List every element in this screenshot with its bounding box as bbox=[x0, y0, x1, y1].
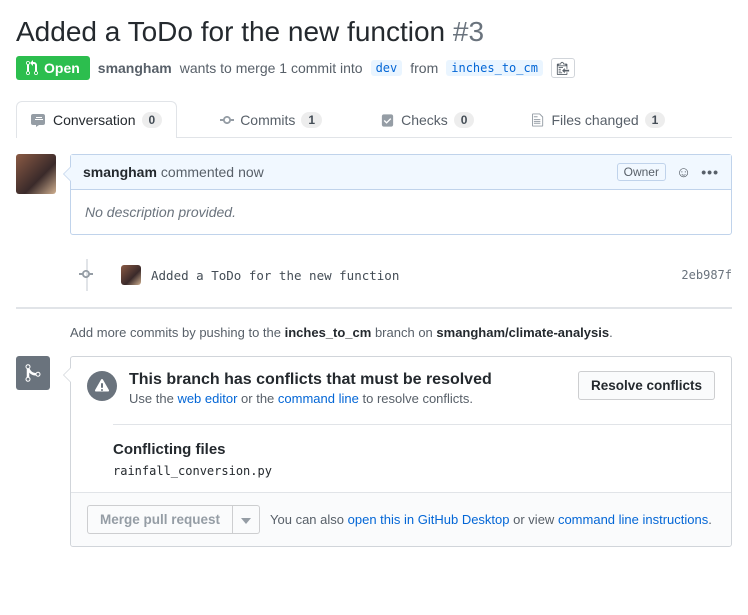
comment-body: No description provided. bbox=[71, 190, 731, 234]
conflicting-files-block: Conflicting files rainfall_conversion.py bbox=[113, 424, 731, 492]
git-merge-icon bbox=[25, 363, 41, 383]
commit-row: Added a ToDo for the new function 2eb987… bbox=[70, 259, 732, 291]
merge-panel: This branch has conflicts that must be r… bbox=[70, 356, 732, 547]
base-branch[interactable]: dev bbox=[371, 60, 403, 76]
pr-author[interactable]: smangham bbox=[98, 60, 172, 76]
conflict-title: This branch has conflicts that must be r… bbox=[129, 371, 492, 389]
conflict-subtitle: Use the web editor or the command line t… bbox=[129, 391, 492, 406]
commit-sha[interactable]: 2eb987f bbox=[681, 268, 732, 282]
files-icon bbox=[532, 112, 545, 128]
comment-time[interactable]: now bbox=[238, 164, 264, 180]
merge-phrase-1: wants to merge 1 commit into bbox=[180, 60, 363, 76]
comment-actions-menu[interactable]: ••• bbox=[701, 164, 719, 180]
open-in-desktop-link[interactable]: open this in GitHub Desktop bbox=[348, 512, 510, 527]
push-hint-repo: smangham/climate-analysis bbox=[436, 325, 609, 340]
chevron-down-icon bbox=[241, 518, 251, 524]
alert-icon bbox=[87, 371, 117, 401]
commits-icon bbox=[220, 112, 234, 128]
pr-title-text: Added a ToDo for the new function bbox=[16, 16, 445, 47]
copy-branch-button[interactable] bbox=[551, 58, 575, 78]
merge-status-icon-box bbox=[16, 356, 50, 390]
tab-checks-label: Checks bbox=[401, 112, 448, 128]
push-hint: Add more commits by pushing to the inche… bbox=[70, 325, 732, 340]
tab-commits-label: Commits bbox=[240, 112, 295, 128]
merge-button-group: Merge pull request bbox=[87, 505, 260, 534]
checks-icon bbox=[380, 112, 395, 128]
pr-tabs: Conversation 0 Commits 1 Checks 0 Files … bbox=[16, 100, 732, 138]
timeline-divider bbox=[16, 307, 732, 309]
web-editor-link[interactable]: web editor bbox=[177, 391, 237, 406]
resolve-conflicts-button[interactable]: Resolve conflicts bbox=[578, 371, 715, 400]
commit-message[interactable]: Added a ToDo for the new function bbox=[151, 268, 671, 283]
tab-conversation-count: 0 bbox=[142, 112, 163, 128]
timeline: smangham commented now Owner ☺ ••• No de… bbox=[70, 154, 732, 547]
merge-pr-button[interactable]: Merge pull request bbox=[87, 505, 233, 534]
tab-commits-count: 1 bbox=[301, 112, 322, 128]
comment-header: smangham commented now Owner ☺ ••• bbox=[71, 155, 731, 190]
merge-footer-text: You can also open this in GitHub Desktop… bbox=[270, 512, 712, 527]
tab-files-count: 1 bbox=[645, 112, 666, 128]
conversation-icon bbox=[31, 113, 47, 128]
pr-meta: Open smangham wants to merge 1 commit in… bbox=[16, 56, 732, 80]
merge-phrase-2: from bbox=[410, 60, 438, 76]
comment-box: smangham commented now Owner ☺ ••• No de… bbox=[70, 154, 732, 235]
tab-commits[interactable]: Commits 1 bbox=[205, 101, 337, 138]
merge-pr-dropdown[interactable] bbox=[233, 505, 260, 534]
cli-instructions-link[interactable]: command line instructions bbox=[558, 512, 708, 527]
tab-conversation[interactable]: Conversation 0 bbox=[16, 101, 177, 138]
conflicting-files-heading: Conflicting files bbox=[113, 441, 715, 458]
author-avatar[interactable] bbox=[16, 154, 56, 194]
comment-action: commented bbox=[161, 164, 234, 180]
tab-checks-count: 0 bbox=[454, 112, 475, 128]
owner-badge: Owner bbox=[617, 163, 666, 181]
tab-checks[interactable]: Checks 0 bbox=[365, 101, 489, 138]
tab-files-label: Files changed bbox=[551, 112, 638, 128]
head-branch[interactable]: inches_to_cm bbox=[446, 60, 543, 76]
tab-files[interactable]: Files changed 1 bbox=[517, 101, 680, 138]
state-open-badge: Open bbox=[16, 56, 90, 80]
clipboard-icon bbox=[556, 61, 570, 75]
pr-number: #3 bbox=[453, 16, 484, 47]
pr-title: Added a ToDo for the new function #3 bbox=[16, 16, 732, 48]
git-pull-request-icon bbox=[26, 60, 40, 76]
add-reaction-button[interactable]: ☺ bbox=[676, 164, 691, 181]
commit-author-avatar[interactable] bbox=[121, 265, 141, 285]
command-line-link[interactable]: command line bbox=[278, 391, 359, 406]
comment-author[interactable]: smangham bbox=[83, 164, 157, 180]
push-hint-branch: inches_to_cm bbox=[285, 325, 372, 340]
commit-icon bbox=[79, 266, 93, 282]
state-label: Open bbox=[44, 60, 80, 76]
merge-footer: Merge pull request You can also open thi… bbox=[71, 492, 731, 546]
conflicting-file[interactable]: rainfall_conversion.py bbox=[113, 464, 715, 478]
tab-conversation-label: Conversation bbox=[53, 112, 136, 128]
